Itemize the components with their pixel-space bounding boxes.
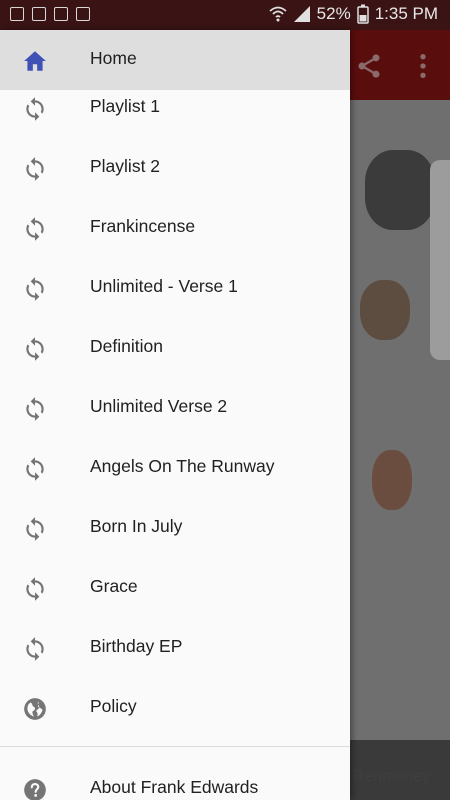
menu-item-label: Born In July bbox=[90, 516, 183, 536]
app-notification-icon bbox=[54, 7, 68, 21]
sync-icon bbox=[26, 517, 44, 541]
menu-item-label: Definition bbox=[90, 336, 163, 356]
menu-item-birthday-ep[interactable]: Birthday EP bbox=[0, 618, 350, 678]
image-detail bbox=[365, 150, 435, 230]
status-indicators: 52% 1:35 PM bbox=[269, 4, 438, 24]
notification-icons bbox=[10, 7, 90, 21]
menu-item-label: Grace bbox=[90, 576, 138, 596]
more-options-icon[interactable] bbox=[417, 52, 429, 80]
sync-icon bbox=[26, 457, 44, 481]
menu-item-label: Playlist 1 bbox=[90, 96, 161, 116]
sync-icon bbox=[26, 157, 44, 181]
app-notification-icon bbox=[32, 7, 46, 21]
menu-item-playlist-2[interactable]: Playlist 2 bbox=[0, 138, 350, 198]
wifi-icon bbox=[269, 6, 287, 22]
signal-icon bbox=[293, 6, 310, 22]
app-notification-icon bbox=[76, 7, 90, 21]
sync-icon bbox=[26, 397, 44, 421]
menu-item-born-in-july[interactable]: Born In July bbox=[0, 498, 350, 558]
home-icon bbox=[24, 51, 46, 71]
sync-icon bbox=[26, 337, 44, 361]
menu-item-unlimited-verse-2[interactable]: Unlimited Verse 2 bbox=[0, 378, 350, 438]
image-notification-icon bbox=[10, 7, 24, 21]
menu-item-label: Unlimited - Verse 1 bbox=[90, 276, 238, 296]
battery-percentage: 52% bbox=[316, 4, 351, 23]
menu-item-label: Birthday EP bbox=[90, 636, 183, 656]
clock: 1:35 PM bbox=[374, 4, 438, 23]
menu-item-frankincense[interactable]: Frankincense bbox=[0, 198, 350, 258]
image-detail bbox=[430, 160, 450, 360]
menu-item-label: Home bbox=[90, 48, 137, 68]
menu-item-label: Policy bbox=[90, 696, 137, 716]
sync-icon bbox=[26, 577, 44, 601]
ad-banner-text: d. Renmoney bbox=[335, 768, 431, 785]
battery-icon bbox=[356, 4, 369, 24]
menu-item-label: About Frank Edwards bbox=[90, 777, 259, 797]
sync-icon bbox=[26, 277, 44, 301]
share-icon[interactable] bbox=[355, 52, 383, 80]
menu-item-policy[interactable]: Policy bbox=[0, 678, 350, 738]
menu-item-label: Frankincense bbox=[90, 216, 196, 236]
menu-item-about[interactable]: About Frank Edwards bbox=[0, 759, 350, 800]
menu-item-label: Unlimited Verse 2 bbox=[90, 396, 228, 416]
menu-item-definition[interactable]: Definition bbox=[0, 318, 350, 378]
globe-icon bbox=[24, 698, 46, 720]
menu-item-unlimited-verse-1[interactable]: Unlimited - Verse 1 bbox=[0, 258, 350, 318]
menu-item-playlist-1[interactable]: Playlist 1 bbox=[0, 78, 350, 138]
divider bbox=[0, 746, 350, 747]
image-detail bbox=[372, 450, 412, 510]
menu-item-grace[interactable]: Grace bbox=[0, 558, 350, 618]
menu-item-label: Playlist 2 bbox=[90, 156, 161, 176]
sync-icon bbox=[26, 217, 44, 241]
image-detail bbox=[360, 280, 410, 340]
menu-item-label: Angels On The Runway bbox=[90, 456, 275, 476]
navigation-drawer: Home Playlist 1 Playlist 2 Frankincense … bbox=[0, 30, 350, 800]
menu-item-angels-on-the-runway[interactable]: Angels On The Runway bbox=[0, 438, 350, 498]
status-bar: 52% 1:35 PM bbox=[0, 0, 450, 30]
help-icon bbox=[24, 779, 46, 800]
sync-icon bbox=[26, 637, 44, 661]
sync-icon bbox=[26, 97, 44, 121]
